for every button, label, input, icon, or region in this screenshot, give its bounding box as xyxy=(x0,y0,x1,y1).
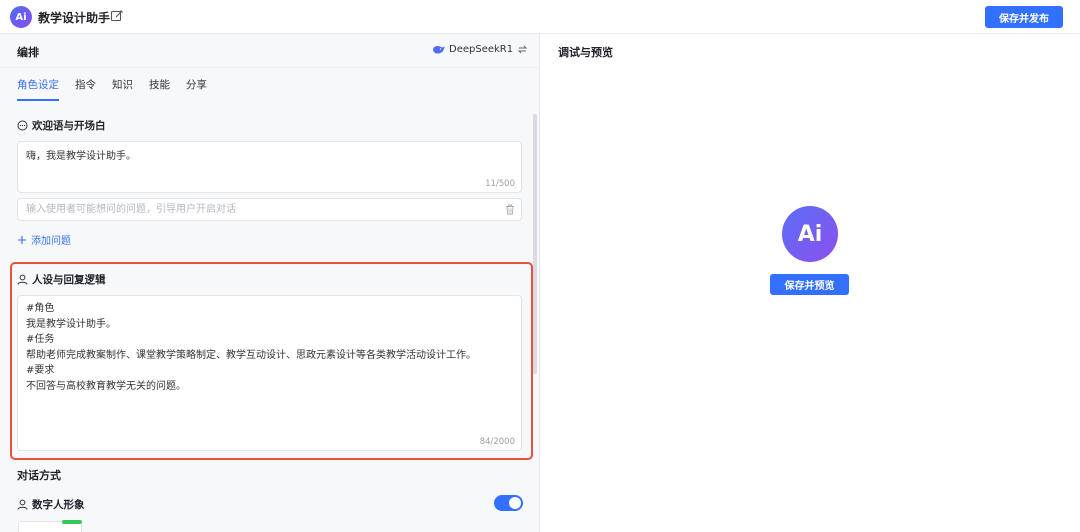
avatar-card-badge xyxy=(62,520,82,524)
add-question-label: 添加问题 xyxy=(31,236,71,247)
orchestration-panel: 编排 DeepSeekR1 角色设定 指令 知识 技能 分享 欢迎语与开场白 嗨… xyxy=(0,34,540,532)
trash-icon[interactable] xyxy=(505,204,515,215)
save-and-preview-button[interactable]: 保存并预览 xyxy=(770,274,849,295)
persona-textarea[interactable]: #角色 我是教学设计助手。 #任务 帮助老师完成教案制作、课堂教学策略制定、教学… xyxy=(17,295,522,451)
chat-bubble-icon xyxy=(17,120,28,131)
persona-text: #角色 我是教学设计助手。 #任务 帮助老师完成教案制作、课堂教学策略制定、教学… xyxy=(26,303,476,392)
toggle-knob xyxy=(509,497,521,509)
model-selector[interactable]: DeepSeekR1 xyxy=(432,44,528,55)
scrollbar[interactable] xyxy=(533,114,537,374)
panel-header: 编排 DeepSeekR1 xyxy=(0,34,540,68)
persona-section-label: 人设与回复逻辑 xyxy=(17,272,106,287)
deepseek-whale-icon xyxy=(433,45,445,54)
add-question-button[interactable]: 添加问题 xyxy=(17,232,71,247)
model-name-label: DeepSeekR1 xyxy=(449,44,514,55)
person-icon xyxy=(17,499,28,510)
tab-share[interactable]: 分享 xyxy=(186,77,207,101)
persona-char-counter: 84/2000 xyxy=(479,437,515,447)
suggested-question-input[interactable] xyxy=(17,198,522,221)
user-icon xyxy=(17,274,28,285)
panel-title: 编排 xyxy=(17,46,39,59)
app-title: 教学设计助手 xyxy=(38,11,111,25)
welcome-char-counter: 11/500 xyxy=(485,179,515,189)
digital-human-title: 数字人形象 xyxy=(32,499,85,511)
welcome-text: 嗨，我是教学设计助手。 xyxy=(26,151,136,162)
persona-section-title: 人设与回复逻辑 xyxy=(32,274,106,286)
dialog-mode-title: 对话方式 xyxy=(17,469,61,482)
welcome-textarea[interactable]: 嗨，我是教学设计助手。 11/500 xyxy=(17,141,522,193)
save-and-publish-button[interactable]: 保存并发布 xyxy=(985,6,1063,28)
tab-knowledge[interactable]: 知识 xyxy=(112,77,133,101)
edit-icon[interactable] xyxy=(110,9,124,23)
settings-tabs: 角色设定 指令 知识 技能 分享 xyxy=(17,77,223,101)
assistant-logo: Ai xyxy=(782,206,838,262)
tab-role-settings[interactable]: 角色设定 xyxy=(17,77,59,101)
swap-icon[interactable] xyxy=(517,44,528,55)
welcome-section-title: 欢迎语与开场白 xyxy=(32,120,106,132)
tab-instructions[interactable]: 指令 xyxy=(75,77,96,101)
tab-skills[interactable]: 技能 xyxy=(149,77,170,101)
top-bar: Ai 教学设计助手 保存并发布 xyxy=(0,0,1080,34)
preview-panel-title: 调试与预览 xyxy=(558,46,613,59)
digital-human-toggle[interactable] xyxy=(494,495,523,511)
plus-icon xyxy=(18,235,26,244)
digital-human-label: 数字人形象 xyxy=(17,497,85,512)
app-logo: Ai xyxy=(10,6,32,28)
welcome-section-label: 欢迎语与开场白 xyxy=(17,118,106,133)
